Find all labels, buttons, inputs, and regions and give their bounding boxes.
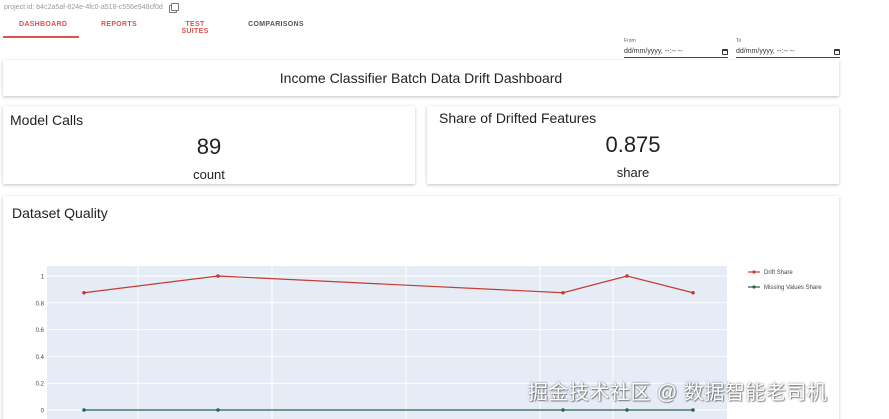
tab-test-suites[interactable]: TEST SUITES xyxy=(159,16,231,38)
y-tick-label: 0.2 xyxy=(36,382,45,388)
drifted-features-unit: share xyxy=(616,165,650,180)
tab-comparisons[interactable]: COMPARISONS xyxy=(231,16,321,38)
y-tick-label: 0.8 xyxy=(36,301,45,307)
project-id-text: project id: b4c2a5af-824e-4fc0-a518-c556… xyxy=(4,4,163,11)
legend-label-0: Drift Share xyxy=(764,270,793,276)
legend-label-1: Missing Values Share xyxy=(764,285,822,291)
to-date-input[interactable]: dd/mm/yyyy, --:-- -- xyxy=(736,46,840,58)
legend-marker-0 xyxy=(752,270,756,274)
data-point-1-1 xyxy=(216,408,220,412)
data-point-1-4 xyxy=(691,408,695,412)
from-date-filter: From dd/mm/yyyy, --:-- -- xyxy=(624,38,728,58)
data-point-1-2 xyxy=(561,408,565,412)
copy-icon[interactable] xyxy=(168,3,179,13)
data-point-0-0 xyxy=(82,290,86,295)
tab-dashboard[interactable]: DASHBOARD xyxy=(3,16,79,38)
calendar-icon[interactable] xyxy=(722,48,728,55)
dashboard-title-card: Income Classifier Batch Data Drift Dashb… xyxy=(3,60,839,96)
project-id-bar: project id: b4c2a5af-824e-4fc0-a518-c556… xyxy=(4,3,179,13)
data-point-0-1 xyxy=(216,274,220,278)
from-date-input[interactable]: dd/mm/yyyy, --:-- -- xyxy=(624,46,728,58)
y-tick-label: 0.6 xyxy=(36,328,45,334)
y-tick-label: 0 xyxy=(41,409,45,415)
data-point-0-4 xyxy=(691,290,695,295)
legend-marker-1 xyxy=(752,285,756,289)
to-label: To xyxy=(736,38,742,44)
dashboard-title: Income Classifier Batch Data Drift Dashb… xyxy=(279,70,563,86)
from-label: From xyxy=(624,38,636,44)
tab-reports[interactable]: REPORTS xyxy=(79,16,159,38)
data-point-0-2 xyxy=(561,290,565,295)
from-date-value: dd/mm/yyyy, --:-- -- xyxy=(624,48,683,55)
calendar-icon[interactable] xyxy=(834,48,840,55)
model-calls-value: 89 xyxy=(196,134,222,159)
watermark-text: 掘金技术社区 @ 数据智能老司机 xyxy=(528,382,828,404)
drifted-features-value: 0.875 xyxy=(605,132,661,157)
data-point-1-0 xyxy=(82,408,86,412)
data-point-0-3 xyxy=(625,274,629,278)
model-calls-unit: count xyxy=(193,167,225,182)
data-point-1-3 xyxy=(625,408,629,412)
tab-bar: DASHBOARD REPORTS TEST SUITES COMPARISON… xyxy=(3,16,321,38)
y-tick-label: 0.4 xyxy=(36,355,45,361)
model-calls-card: Model Calls 89 count xyxy=(3,106,415,184)
drifted-features-title: Share of Drifted Features xyxy=(439,110,597,126)
to-date-filter: To dd/mm/yyyy, --:-- -- xyxy=(736,38,840,58)
to-date-value: dd/mm/yyyy, --:-- -- xyxy=(736,48,795,55)
drifted-features-card: Share of Drifted Features 0.875 share xyxy=(427,106,839,184)
model-calls-title: Model Calls xyxy=(10,112,84,128)
y-tick-label: 1 xyxy=(41,275,45,281)
